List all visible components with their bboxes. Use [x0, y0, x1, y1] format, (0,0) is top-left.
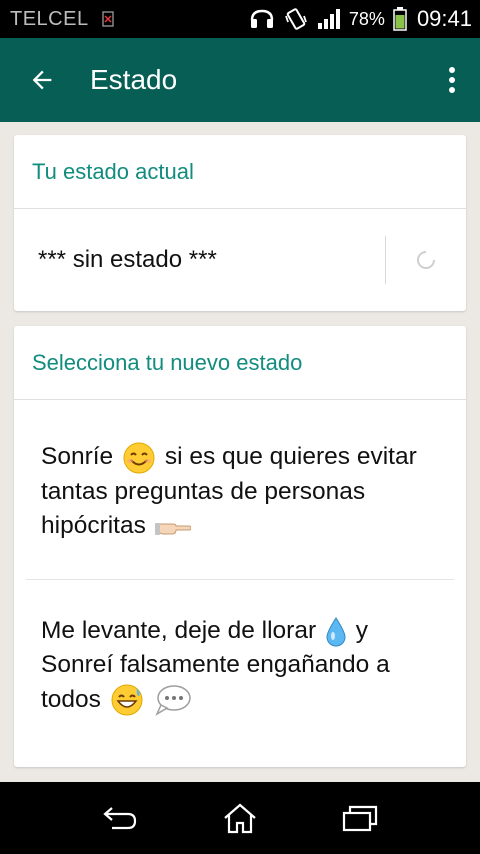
back-button[interactable] [0, 38, 84, 122]
page-title: Estado [90, 64, 178, 95]
current-status-row[interactable]: *** sin estado *** [14, 209, 466, 310]
status-text: hipócritas [41, 511, 146, 539]
status-option[interactable]: Me levante, deje de llorar y Sonreí fals… [14, 580, 466, 766]
current-status-header: Tu estado actual [14, 135, 466, 209]
overflow-menu-icon [449, 67, 455, 93]
battery-percent: 78% [348, 8, 385, 29]
navigation-bar [0, 782, 480, 854]
sweat-smile-icon [111, 684, 143, 716]
pointing-hand-icon [154, 523, 191, 536]
battery-icon [393, 7, 407, 31]
recents-nav-icon [342, 805, 378, 832]
speech-bubble-icon [154, 685, 191, 716]
new-status-card: Selecciona tu nuevo estado Sonríe si es … [14, 326, 466, 767]
headset-icon [250, 9, 274, 28]
current-status-text: *** sin estado *** [38, 245, 217, 273]
smiling-face-icon [123, 442, 155, 474]
clock: 09:41 [416, 6, 472, 31]
signal-icon [317, 9, 340, 29]
back-nav-icon [103, 807, 137, 830]
no-sim-icon [101, 11, 114, 27]
status-text: y [355, 617, 368, 644]
status-option[interactable]: Sonríe si es que quieres evitar tantas p… [14, 400, 466, 579]
droplet-icon [326, 616, 346, 647]
carrier-name: TELCEL [10, 7, 89, 30]
home-nav-button[interactable] [210, 788, 270, 848]
status-text: si es que quieres evitar [164, 443, 417, 470]
status-text: Me levante, deje de llorar [41, 617, 317, 644]
current-status-card: Tu estado actual *** sin estado *** [14, 135, 466, 311]
vibrate-icon [285, 8, 307, 30]
status-text: Sonreí falsamente engañando a [41, 651, 390, 679]
home-nav-icon [224, 803, 256, 834]
status-text: tantas preguntas de personas [41, 477, 366, 505]
recents-nav-button[interactable] [330, 788, 390, 848]
app-bar: Estado [0, 38, 480, 122]
overflow-menu-button[interactable] [424, 38, 480, 122]
status-text: Sonríe [41, 443, 114, 470]
status-text: todos [41, 685, 101, 713]
back-arrow-icon [32, 70, 52, 90]
back-nav-button[interactable] [90, 788, 150, 848]
edit-icon [417, 250, 435, 269]
new-status-header: Selecciona tu nuevo estado [14, 326, 466, 400]
status-bar: TELCEL 78% 09:41 [0, 0, 480, 38]
edit-status-button[interactable] [386, 209, 466, 310]
